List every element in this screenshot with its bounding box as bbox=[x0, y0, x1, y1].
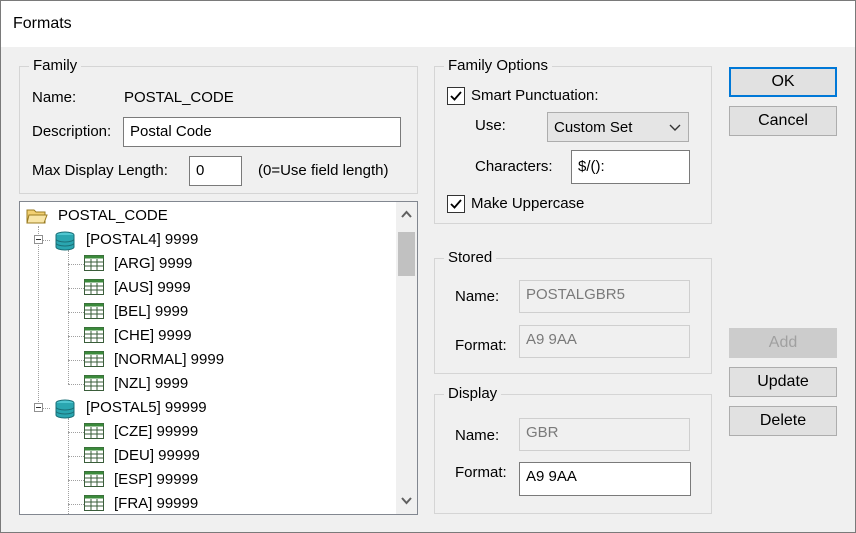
max-display-length-hint: (0=Use field length) bbox=[258, 162, 389, 179]
update-button[interactable]: Update bbox=[729, 367, 837, 397]
stored-name-field: POSTALGBR5 bbox=[519, 280, 690, 313]
tree-connector bbox=[68, 264, 84, 265]
characters-label: Characters: bbox=[475, 158, 553, 175]
tree-leaf-label: [ESP] 99999 bbox=[114, 471, 199, 488]
window-title: Formats bbox=[13, 15, 72, 32]
family-name-value: POSTAL_CODE bbox=[124, 89, 234, 106]
stored-format-field: A9 9AA bbox=[519, 325, 690, 358]
scroll-up-icon[interactable] bbox=[400, 208, 413, 221]
tree-connector bbox=[68, 250, 69, 384]
make-uppercase-checkbox[interactable] bbox=[447, 195, 465, 213]
table-icon bbox=[84, 495, 104, 511]
tree-leaf-label: [NZL] 9999 bbox=[114, 375, 189, 392]
collapse-toggle[interactable] bbox=[34, 235, 43, 244]
family-name-label: Name: bbox=[32, 89, 77, 106]
table-icon bbox=[84, 303, 104, 319]
tree-connector bbox=[68, 504, 84, 505]
tree-root-label: POSTAL_CODE bbox=[58, 207, 168, 224]
table-icon bbox=[84, 279, 104, 295]
display-group-label: Display bbox=[444, 385, 502, 402]
use-label: Use: bbox=[475, 117, 506, 134]
tree-connector bbox=[68, 360, 84, 361]
tree-scrollbar[interactable] bbox=[396, 202, 417, 514]
tree-connector bbox=[68, 288, 84, 289]
stored-group-label: Stored bbox=[444, 249, 497, 266]
table-icon bbox=[84, 471, 104, 487]
ok-button[interactable]: OK bbox=[729, 67, 837, 97]
delete-button[interactable]: Delete bbox=[729, 406, 837, 436]
tree-group-label: [POSTAL4] 9999 bbox=[86, 231, 199, 248]
smart-punctuation-label[interactable]: Smart Punctuation: bbox=[471, 87, 599, 104]
tree-leaf-label: [AUS] 9999 bbox=[114, 279, 191, 296]
tree-leaf-label: [ARG] 9999 bbox=[114, 255, 193, 272]
table-icon bbox=[84, 351, 104, 367]
table-icon bbox=[84, 447, 104, 463]
tree-leaf-label: [NORMAL] 9999 bbox=[114, 351, 225, 368]
max-display-length-field[interactable]: 0 bbox=[189, 156, 242, 186]
description-field[interactable]: Postal Code bbox=[123, 117, 401, 147]
table-icon bbox=[84, 375, 104, 391]
tree-leaf-label: [FRA] 99999 bbox=[114, 495, 199, 512]
tree-connector bbox=[68, 336, 84, 337]
cancel-button[interactable]: Cancel bbox=[729, 106, 837, 136]
tree-leaf-label: [BEL] 9999 bbox=[114, 303, 189, 320]
table-icon bbox=[84, 255, 104, 271]
folder-open-icon bbox=[26, 209, 48, 224]
display-format-field[interactable]: A9 9AA bbox=[519, 462, 691, 496]
title-bar: Formats bbox=[1, 1, 855, 47]
stored-name-label: Name: bbox=[455, 288, 500, 305]
tree-connector bbox=[68, 432, 84, 433]
tree-leaf-label: [CZE] 99999 bbox=[114, 423, 199, 440]
use-select[interactable]: Custom Set bbox=[547, 112, 689, 142]
max-display-length-label: Max Display Length: bbox=[32, 162, 168, 179]
tree-connector bbox=[68, 480, 84, 481]
tree-leaf-label: [CHE] 9999 bbox=[114, 327, 192, 344]
stored-format-label: Format: bbox=[455, 337, 507, 354]
family-group-label: Family bbox=[29, 57, 82, 74]
tree-connector bbox=[68, 312, 84, 313]
description-label: Description: bbox=[32, 123, 112, 140]
smart-punctuation-checkbox[interactable] bbox=[447, 87, 465, 105]
tree-connector bbox=[68, 456, 84, 457]
check-icon bbox=[450, 91, 462, 101]
tree-connector bbox=[38, 226, 39, 408]
family-options-group-label: Family Options bbox=[444, 57, 553, 74]
table-icon bbox=[84, 423, 104, 439]
tree-group-label: [POSTAL5] 99999 bbox=[86, 399, 207, 416]
use-select-value: Custom Set bbox=[554, 119, 633, 136]
display-format-label: Format: bbox=[455, 464, 507, 481]
make-uppercase-label[interactable]: Make Uppercase bbox=[471, 195, 584, 212]
database-icon bbox=[55, 399, 75, 419]
chevron-down-icon bbox=[669, 124, 681, 131]
display-name-label: Name: bbox=[455, 427, 500, 444]
characters-field[interactable]: $/(): bbox=[571, 150, 690, 184]
collapse-toggle[interactable] bbox=[34, 403, 43, 412]
display-group: Display bbox=[434, 385, 712, 514]
display-name-field: GBR bbox=[519, 418, 690, 451]
tree-leaf-label: [DEU] 99999 bbox=[114, 447, 200, 464]
tree-connector bbox=[68, 384, 84, 385]
table-icon bbox=[84, 327, 104, 343]
formats-dialog: Formats Family Name: POSTAL_CODE Descrip… bbox=[0, 0, 856, 533]
scrollbar-thumb[interactable] bbox=[398, 232, 415, 276]
scroll-down-icon[interactable] bbox=[400, 494, 413, 507]
add-button[interactable]: Add bbox=[729, 328, 837, 358]
check-icon bbox=[450, 199, 462, 209]
database-icon bbox=[55, 231, 75, 251]
format-tree[interactable]: POSTAL_CODE [POSTAL4] 9999 [ARG] 9999 [A… bbox=[19, 201, 418, 515]
